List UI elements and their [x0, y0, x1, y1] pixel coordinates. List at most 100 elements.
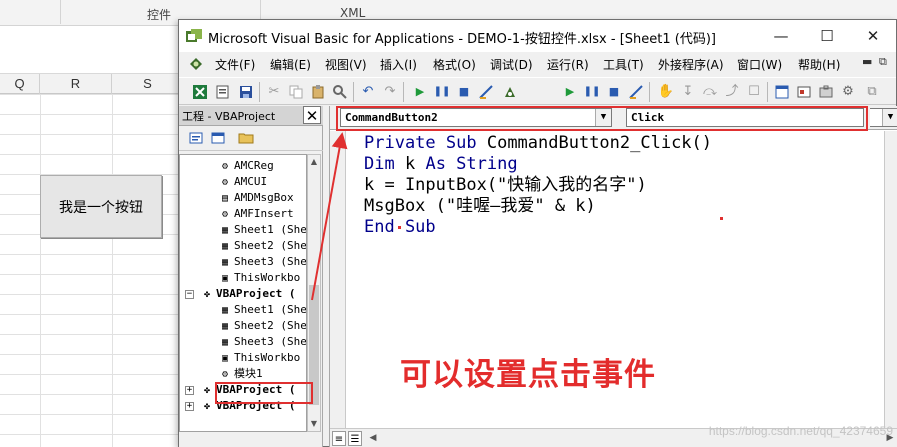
- module-icon: ⚙: [221, 177, 229, 188]
- object-browser-icon[interactable]: [795, 83, 813, 101]
- menu-run[interactable]: 运行(R): [547, 56, 589, 73]
- maximize-button[interactable]: ☐: [804, 20, 850, 52]
- save-icon[interactable]: [237, 83, 255, 101]
- step-break-icon[interactable]: ❚❚: [583, 83, 601, 101]
- tree-item[interactable]: ▦ Sheet3 (She: [218, 254, 306, 270]
- code-line[interactable]: End Sub: [364, 217, 712, 238]
- scroll-left-arrow[interactable]: ◀: [366, 431, 380, 446]
- design-mode-icon[interactable]: [477, 83, 495, 101]
- menu-insert[interactable]: 插入(I): [380, 56, 417, 73]
- menu-window[interactable]: 窗口(W): [737, 56, 782, 73]
- step-design-icon[interactable]: [627, 83, 645, 101]
- help-icon[interactable]: ⚙: [839, 83, 857, 101]
- toolbar-separator: [353, 82, 354, 102]
- tree-item[interactable]: ⚙ AMCUI: [218, 174, 267, 190]
- column-header-r[interactable]: R: [40, 74, 112, 94]
- tree-item[interactable]: ▦ Sheet1 (She: [218, 222, 306, 238]
- insert-module-icon[interactable]: [214, 83, 232, 101]
- child-minimize-button[interactable]: ▬: [862, 55, 872, 68]
- menu-help[interactable]: 帮助(H): [798, 56, 840, 73]
- toolbox-icon[interactable]: [817, 83, 835, 101]
- tree-item-label: Sheet2 (She: [234, 239, 307, 252]
- full-module-view-button[interactable]: ☰: [348, 431, 362, 446]
- run-icon[interactable]: ▶: [411, 83, 429, 101]
- toolbar-overflow-icon[interactable]: ⧉: [863, 83, 881, 101]
- menu-debug[interactable]: 调试(D): [490, 56, 533, 73]
- cut-icon[interactable]: ✂: [265, 83, 283, 101]
- scroll-down-arrow[interactable]: ▼: [308, 417, 320, 431]
- paste-icon[interactable]: [309, 83, 327, 101]
- menu-file[interactable]: 文件(F): [215, 56, 255, 73]
- break-icon[interactable]: ❚❚: [433, 83, 451, 101]
- code-line[interactable]: Dim k As String: [364, 154, 712, 175]
- code-line[interactable]: Private Sub CommandButton2_Click(): [364, 133, 712, 154]
- redo-icon[interactable]: ↷: [381, 83, 399, 101]
- module-icon: ⚙: [221, 161, 229, 172]
- code-line[interactable]: k = InputBox("快输入我的名字"): [364, 175, 712, 196]
- tree-item[interactable]: ▦ Sheet2 (She: [218, 238, 307, 254]
- view-code-icon[interactable]: [187, 130, 205, 148]
- tree-item[interactable]: ▦ Sheet2 (She: [218, 318, 306, 334]
- menu-view[interactable]: 视图(V): [325, 56, 367, 73]
- code-vertical-scrollbar[interactable]: [884, 131, 897, 428]
- step-out-icon[interactable]: ⤴: [723, 83, 741, 101]
- close-button[interactable]: ✕: [850, 20, 896, 52]
- child-restore-button[interactable]: ⧉: [879, 55, 887, 69]
- column-header-s[interactable]: S: [112, 74, 184, 94]
- reset-icon[interactable]: ■: [455, 83, 473, 101]
- menu-format[interactable]: 格式(O): [433, 56, 476, 73]
- code-margin[interactable]: [330, 131, 346, 428]
- title-bar: Microsoft Visual Basic for Applications …: [179, 20, 896, 52]
- sheet-command-button[interactable]: 我是一个按钮: [40, 175, 162, 238]
- tree-item-label: AMCReg: [234, 159, 274, 172]
- view-object-icon[interactable]: [209, 130, 227, 148]
- toggle-folders-icon[interactable]: [237, 130, 255, 148]
- tree-item[interactable]: ▦ Sheet3 (She: [218, 334, 306, 350]
- tree-item[interactable]: ▤ AMDMsgBox: [218, 190, 294, 206]
- vba-menu-icon: [187, 55, 205, 73]
- scroll-up-arrow[interactable]: ▲: [308, 155, 320, 169]
- tree-item[interactable]: ⚙ 模块1: [218, 366, 263, 382]
- toggle-breakpoint-icon[interactable]: ✋: [657, 83, 675, 101]
- code-line[interactable]: MsgBox ("哇喔—我爱" & k): [364, 196, 712, 217]
- expand-toggle[interactable]: +: [185, 402, 194, 411]
- step-over-icon[interactable]: ⤼: [701, 83, 719, 101]
- toolbar-separator: [259, 82, 260, 102]
- excel-view-icon[interactable]: [191, 83, 209, 101]
- procedure-view-button[interactable]: ≡: [332, 431, 346, 446]
- procedure-dropdown[interactable]: ▼: [870, 108, 897, 127]
- menu-bar: 文件(F) 编辑(E) 视图(V) 插入(I) 格式(O) 调试(D) 运行(R…: [179, 52, 896, 76]
- tree-item-label: AMFInsert: [234, 207, 294, 220]
- chevron-down-icon[interactable]: ▼: [882, 109, 897, 126]
- tree-project-node[interactable]: ✤ VBAProject (: [200, 286, 296, 302]
- step-run-icon[interactable]: ▶: [561, 83, 579, 101]
- code-editor[interactable]: Private Sub CommandButton2_Click() Dim k…: [364, 133, 712, 238]
- sheet-icon: ▦: [221, 257, 229, 268]
- tree-item[interactable]: ▣ ThisWorkbo: [218, 350, 300, 366]
- step-reset-icon[interactable]: ■: [605, 83, 623, 101]
- column-header-q[interactable]: Q: [0, 74, 40, 94]
- ribbon-separator: [60, 0, 61, 24]
- project-explorer-close-button[interactable]: ✕: [303, 106, 321, 125]
- find-icon[interactable]: [331, 83, 349, 101]
- project-icon: ✤: [203, 385, 211, 396]
- step-into-icon[interactable]: ↧: [679, 83, 697, 101]
- tree-item[interactable]: ⚙ AMCReg: [218, 158, 274, 174]
- menu-edit[interactable]: 编辑(E): [270, 56, 311, 73]
- tree-item[interactable]: ▣ ThisWorkbo: [218, 270, 300, 286]
- expand-toggle[interactable]: +: [185, 386, 194, 395]
- menu-addins[interactable]: 外接程序(A): [658, 56, 724, 73]
- undo-icon[interactable]: ↶: [359, 83, 377, 101]
- tree-item[interactable]: ▦ Sheet1 (She: [218, 302, 306, 318]
- project-explorer-icon[interactable]: [501, 83, 519, 101]
- properties-icon[interactable]: [773, 83, 791, 101]
- minimize-button[interactable]: —: [758, 20, 804, 52]
- expand-toggle[interactable]: −: [185, 290, 194, 299]
- watch-icon[interactable]: ☐: [745, 83, 763, 101]
- red-marker: [720, 217, 723, 220]
- menu-tools[interactable]: 工具(T): [603, 56, 644, 73]
- combobox-highlight-box: [336, 106, 868, 131]
- copy-icon[interactable]: [287, 83, 305, 101]
- project-explorer-title: 工程 - VBAProject: [182, 110, 276, 123]
- tree-item[interactable]: ⚙ AMFInsert: [218, 206, 294, 222]
